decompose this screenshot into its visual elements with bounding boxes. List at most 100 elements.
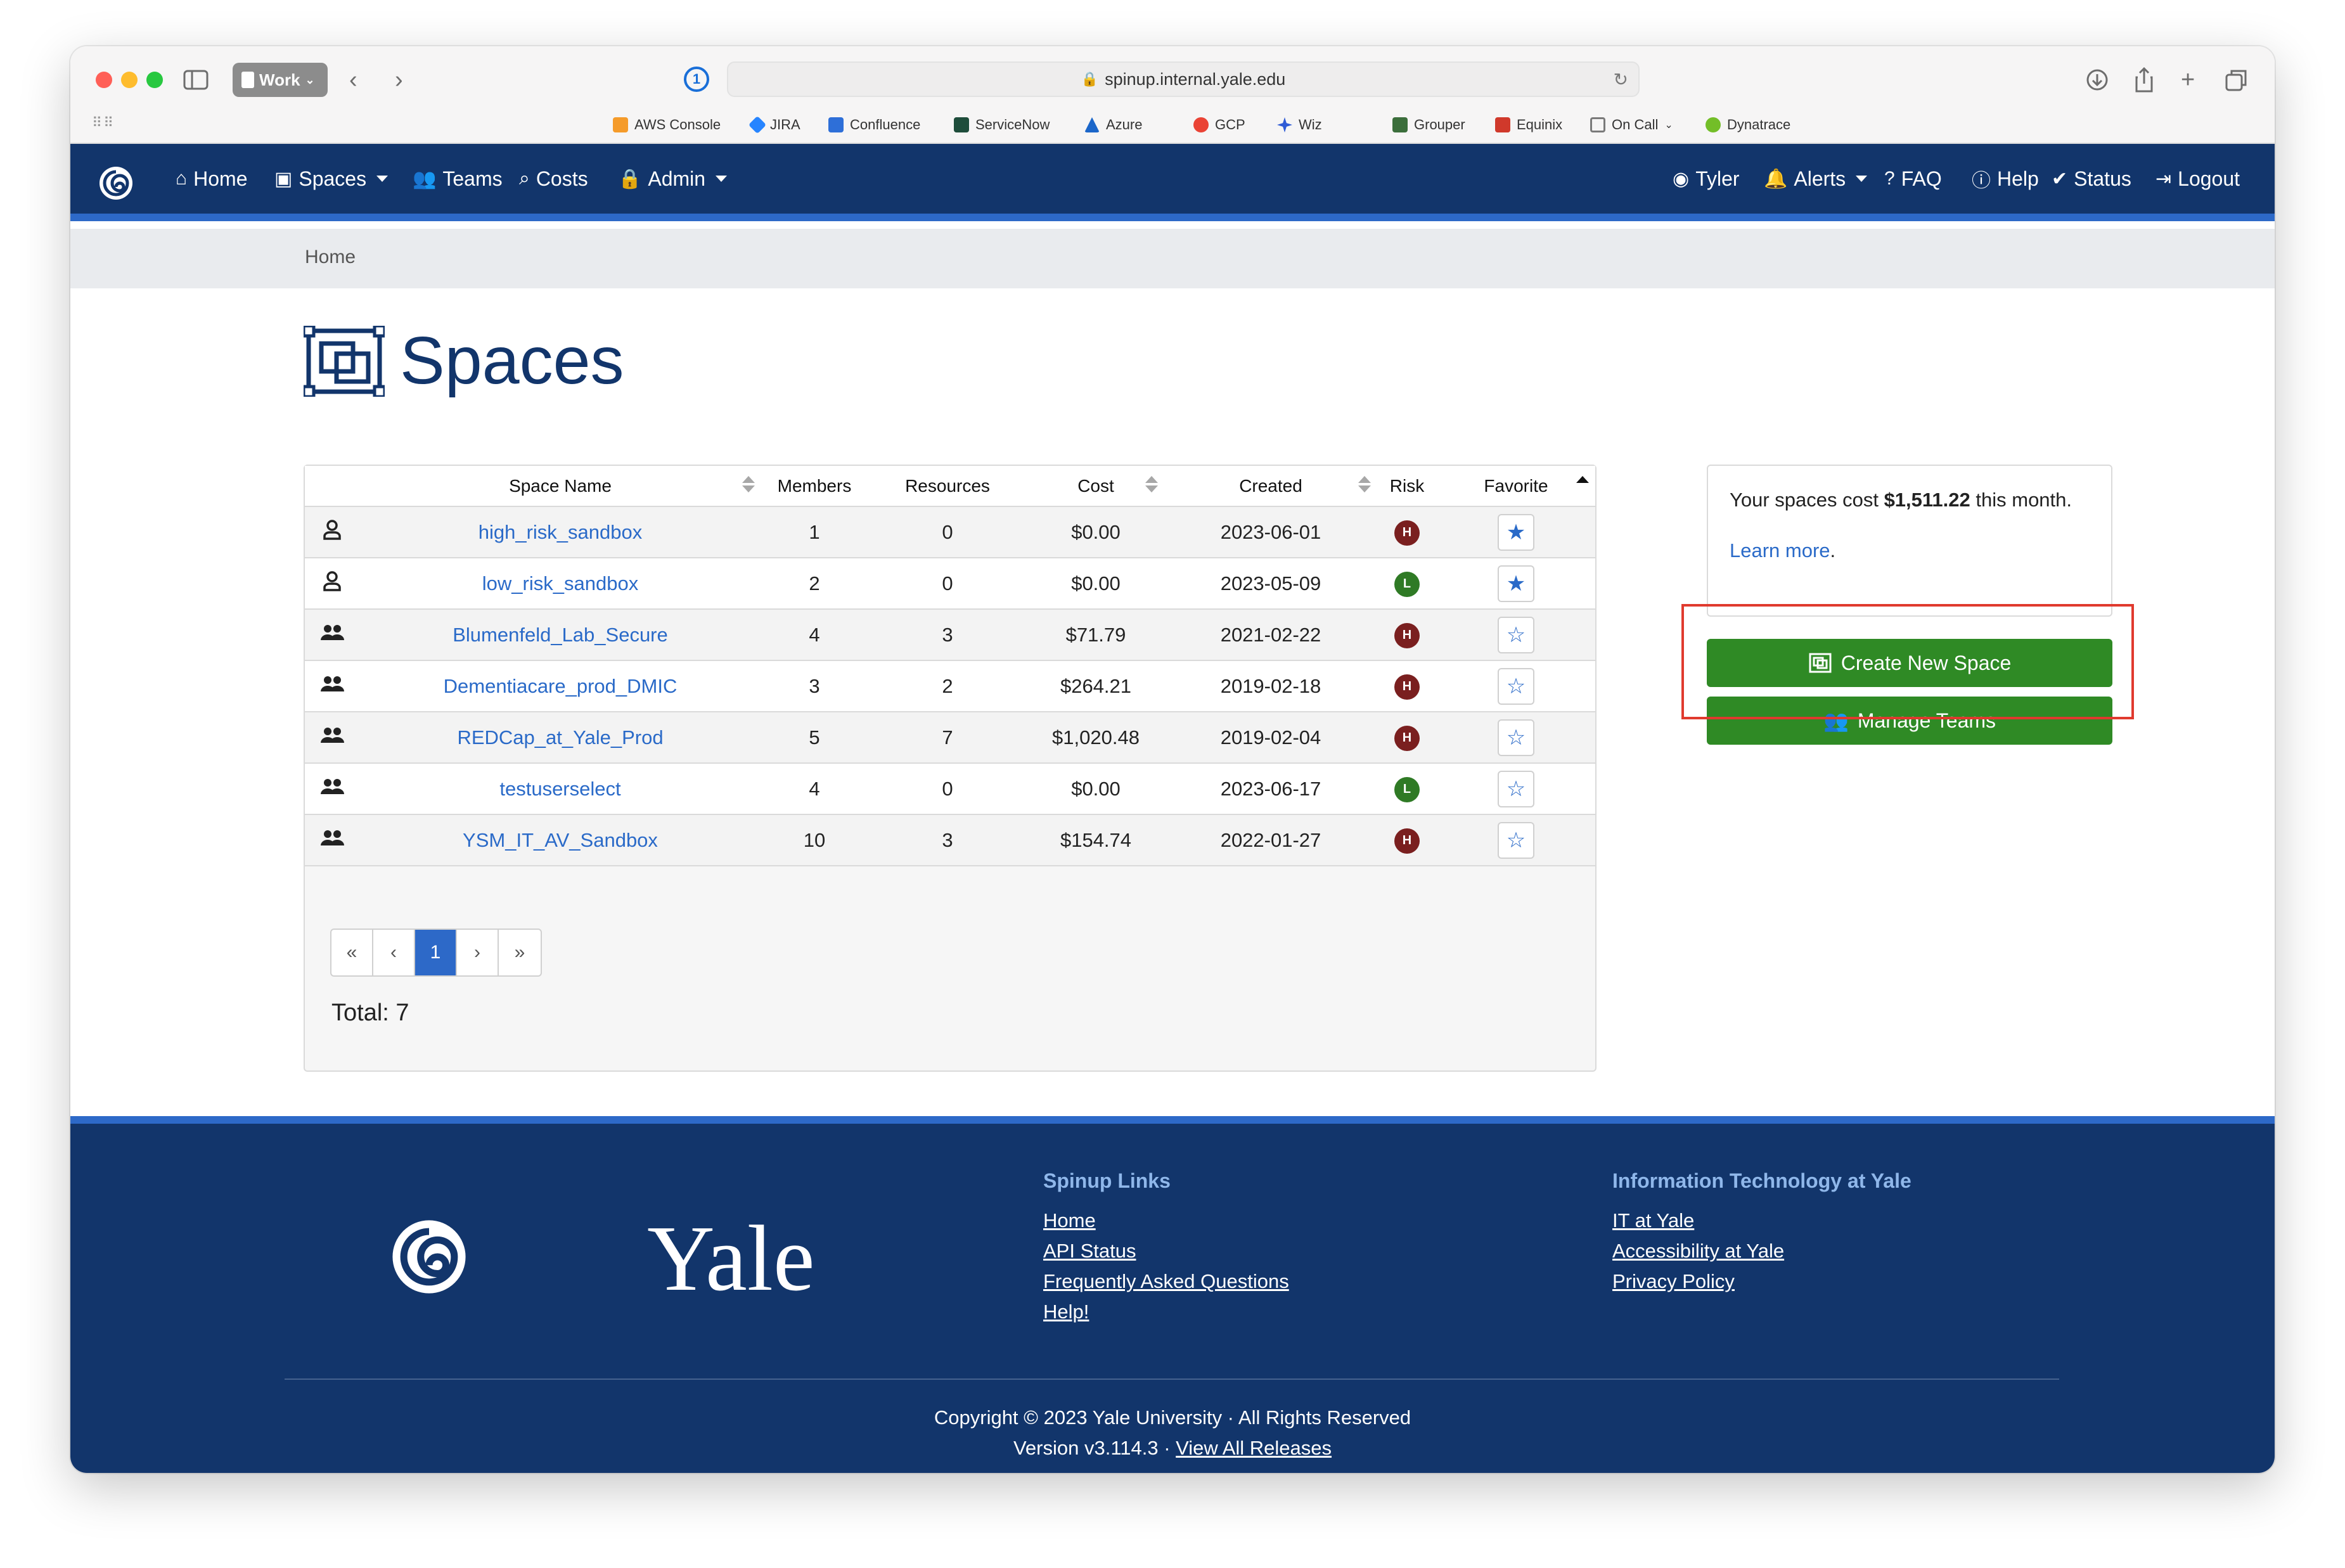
folder-icon	[1590, 117, 1605, 132]
nav-costs-label: Costs	[536, 167, 588, 190]
space-name-header[interactable]: Space Name	[359, 466, 761, 507]
space-name-link[interactable]: YSM_IT_AV_Sandbox	[463, 829, 658, 851]
table-row: testuserselect 4 0 $0.00 2023-06-17 L ☆	[305, 763, 1595, 815]
bookmark-azure[interactable]: Azure	[1084, 113, 1142, 136]
bookmark-dynatrace[interactable]: Dynatrace	[1706, 113, 1790, 136]
bookmark-wiz[interactable]: Wiz	[1277, 113, 1322, 136]
cost-header[interactable]: Cost	[1027, 466, 1164, 507]
gcp-icon	[1193, 117, 1209, 132]
space-name-cell: testuserselect	[359, 763, 761, 815]
bookmark-confluence[interactable]: Confluence	[828, 113, 920, 136]
first-page-button[interactable]: «	[331, 930, 373, 975]
password-manager-icon[interactable]: 1	[684, 67, 709, 92]
risk-cell: H	[1377, 660, 1437, 712]
favorite-star-outline-icon[interactable]: ☆	[1498, 821, 1534, 859]
header-label: Favorite	[1484, 475, 1548, 496]
nav-help[interactable]: ⓘ Help	[1972, 144, 2039, 214]
nav-logout[interactable]: ⇥ Logout	[2155, 144, 2240, 214]
bookmark-servicenow[interactable]: ServiceNow	[954, 113, 1050, 136]
bookmark-on-call-folder[interactable]: On Call ⌄	[1590, 113, 1673, 136]
risk-cell: H	[1377, 712, 1437, 764]
favorite-star-filled-icon[interactable]: ★	[1498, 565, 1534, 602]
back-icon[interactable]: ‹	[349, 65, 357, 94]
pagination: « ‹ 1 › »	[330, 929, 542, 977]
nav-help-label: Help	[1997, 167, 2039, 190]
footer-link-privacy[interactable]: Privacy Policy	[1612, 1266, 1911, 1297]
created-header[interactable]: Created	[1164, 466, 1377, 507]
space-name-link[interactable]: high_risk_sandbox	[479, 521, 643, 543]
address-bar[interactable]: 🔒 spinup.internal.yale.edu ↻	[727, 61, 1640, 97]
favorite-star-outline-icon[interactable]: ☆	[1498, 667, 1534, 705]
footer-link-help[interactable]: Help!	[1043, 1297, 1289, 1327]
total-count: Total: 7	[331, 999, 409, 1026]
tab-overview-icon[interactable]	[2225, 65, 2248, 94]
nav-admin-dropdown[interactable]: 🔒 Admin	[618, 144, 728, 214]
space-name-link[interactable]: low_risk_sandbox	[482, 572, 638, 594]
nav-user[interactable]: ◉ Tyler	[1673, 144, 1740, 214]
bookmark-grouper[interactable]: Grouper	[1392, 113, 1465, 136]
footer-link-it-at-yale[interactable]: IT at Yale	[1612, 1205, 1911, 1236]
space-name-link[interactable]: testuserselect	[499, 778, 620, 800]
new-tab-icon[interactable]: +	[2181, 65, 2195, 94]
prev-page-button[interactable]: ‹	[373, 930, 415, 975]
favorite-cell: ★	[1437, 558, 1595, 610]
cost-cell: $0.00	[1027, 763, 1164, 815]
nav-home[interactable]: ⌂ Home	[176, 144, 247, 214]
nav-spaces-dropdown[interactable]: ▣ Spaces	[274, 144, 389, 214]
space-name-cell: high_risk_sandbox	[359, 506, 761, 558]
header-label: Cost	[1077, 475, 1114, 496]
downloads-icon[interactable]	[2086, 65, 2109, 94]
learn-more-link[interactable]: Learn more.	[1730, 536, 2090, 566]
favorite-star-outline-icon[interactable]: ☆	[1498, 770, 1534, 807]
next-page-button[interactable]: ›	[457, 930, 499, 975]
favorite-star-outline-icon[interactable]: ☆	[1498, 719, 1534, 756]
close-window-button[interactable]	[96, 72, 112, 88]
bookmark-label: Azure	[1106, 117, 1143, 132]
bookmark-gcp[interactable]: GCP	[1193, 113, 1245, 136]
share-icon[interactable]	[2134, 65, 2154, 94]
resources-cell: 0	[868, 763, 1027, 815]
footer-link-api-status[interactable]: API Status	[1043, 1236, 1289, 1266]
profile-switcher[interactable]: Work ⌄	[233, 63, 328, 97]
forward-icon[interactable]: ›	[395, 65, 403, 94]
bookmark-label: Wiz	[1299, 117, 1322, 132]
nav-alerts-dropdown[interactable]: 🔔 Alerts	[1764, 144, 1868, 214]
users-icon	[320, 676, 344, 698]
bookmark-label: Equinix	[1517, 117, 1563, 132]
page-1-button[interactable]: 1	[415, 930, 457, 975]
chevron-down-icon: ⌄	[305, 73, 315, 86]
risk-badge: L	[1394, 776, 1420, 802]
last-page-button[interactable]: »	[499, 930, 541, 975]
space-name-link[interactable]: Blumenfeld_Lab_Secure	[453, 624, 668, 646]
nav-status[interactable]: ✔ Status	[2052, 144, 2131, 214]
footer-link-home[interactable]: Home	[1043, 1205, 1289, 1236]
reload-icon[interactable]: ↻	[1614, 69, 1628, 90]
members-cell: 3	[761, 660, 868, 712]
footer-link-faq[interactable]: Frequently Asked Questions	[1043, 1266, 1289, 1297]
bookmark-jira[interactable]: JIRA	[748, 113, 800, 136]
zoom-window-button[interactable]	[146, 72, 163, 88]
nav-costs[interactable]: ⌕ Costs	[519, 144, 588, 214]
breadcrumb[interactable]: Home	[305, 247, 356, 268]
table-row: Dementiacare_prod_DMIC 3 2 $264.21 2019-02-1…	[305, 660, 1595, 712]
bookmark-equinix[interactable]: Equinix	[1495, 113, 1562, 136]
footer-link-accessibility[interactable]: Accessibility at Yale	[1612, 1236, 1911, 1266]
space-name-link[interactable]: REDCap_at_Yale_Prod	[457, 726, 663, 749]
favorite-star-filled-icon[interactable]: ★	[1498, 513, 1534, 551]
profile-badge-icon	[241, 72, 254, 88]
space-name-link[interactable]: Dementiacare_prod_DMIC	[444, 675, 678, 697]
sidebar-toggle-icon[interactable]	[183, 65, 209, 94]
favorite-star-outline-icon[interactable]: ☆	[1498, 616, 1534, 653]
bookmark-aws-console[interactable]: AWS Console	[613, 113, 721, 136]
nav-teams[interactable]: 👥 Teams	[413, 144, 503, 214]
favorite-header[interactable]: Favorite	[1437, 466, 1595, 507]
resources-cell: 2	[868, 660, 1027, 712]
apps-grid-icon[interactable]: ⠿⠿	[92, 115, 115, 131]
view-all-releases-link[interactable]: View All Releases	[1176, 1437, 1332, 1459]
cost-prefix: Your spaces cost	[1730, 489, 1879, 511]
bookmark-label: Grouper	[1414, 117, 1465, 132]
minimize-window-button[interactable]	[121, 72, 138, 88]
bookmark-label: GCP	[1215, 117, 1245, 132]
spinup-logo-icon[interactable]	[98, 165, 134, 201]
nav-faq[interactable]: ? FAQ	[1884, 144, 1942, 214]
